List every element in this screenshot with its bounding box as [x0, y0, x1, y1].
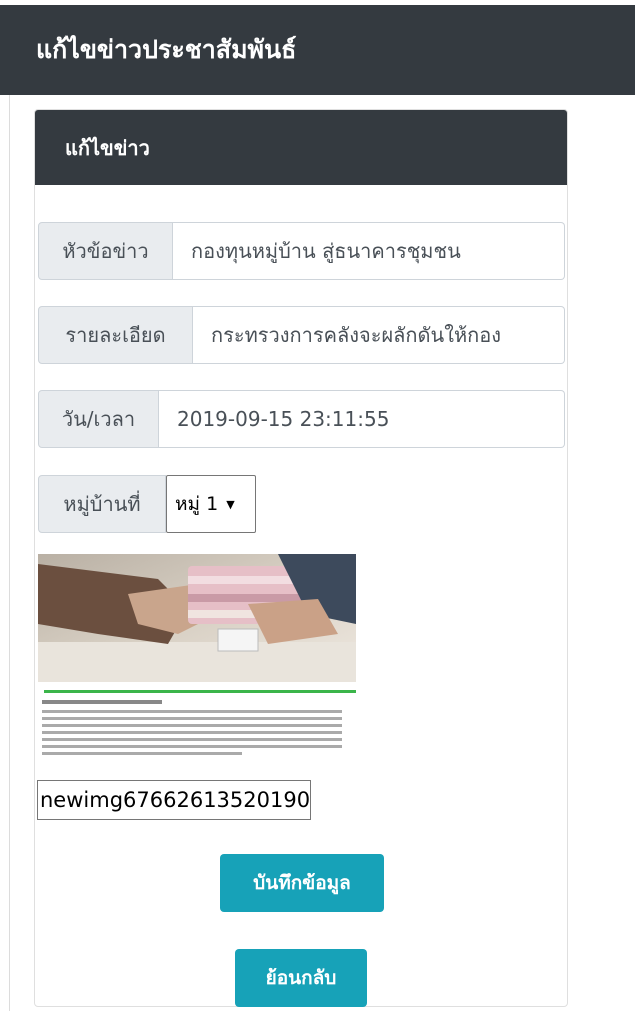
- village-group: หมู่บ้านที่ หมู่ 1 ▼: [38, 475, 256, 533]
- headline-input[interactable]: กองทุนหมู่บ้าน สู่ธนาคารชุมชน: [173, 222, 565, 280]
- headline-group: หัวข้อข่าว กองทุนหมู่บ้าน สู่ธนาคารชุมชน: [38, 222, 565, 280]
- card-title: แก้ไขข่าว: [65, 135, 150, 160]
- image-filename-input[interactable]: newimg67662613520190: [37, 780, 311, 820]
- datetime-input[interactable]: 2019-09-15 23:11:55: [159, 390, 565, 448]
- card-header: แก้ไขข่าว: [35, 110, 567, 185]
- news-image-thumbnail: [38, 554, 356, 770]
- detail-label: รายละเอียด: [38, 306, 193, 364]
- detail-input[interactable]: กระทรวงการคลังจะผลักดันให้กอง: [193, 306, 565, 364]
- village-select-value: หมู่ 1: [175, 493, 219, 515]
- headline-label: หัวข้อข่าว: [38, 222, 173, 280]
- save-button[interactable]: บันทึกข้อมูล: [220, 854, 384, 912]
- village-select[interactable]: หมู่ 1 ▼: [166, 475, 256, 533]
- datetime-group: วัน/เวลา 2019-09-15 23:11:55: [38, 390, 565, 448]
- sidebar-divider: [9, 95, 10, 1011]
- news-image: [38, 554, 356, 755]
- datetime-label: วัน/เวลา: [38, 390, 159, 448]
- detail-group: รายละเอียด กระทรวงการคลังจะผลักดันให้กอง: [38, 306, 565, 364]
- page-title: แก้ไขข่าวประชาสัมพันธ์: [36, 35, 297, 64]
- edit-news-card: แก้ไขข่าว หัวข้อข่าว กองทุนหมู่บ้าน สู่ธ…: [34, 109, 568, 1007]
- page-header: แก้ไขข่าวประชาสัมพันธ์: [0, 5, 635, 95]
- caret-down-icon: ▼: [226, 497, 235, 511]
- village-label: หมู่บ้านที่: [38, 475, 166, 533]
- back-button[interactable]: ย้อนกลับ: [235, 949, 367, 1007]
